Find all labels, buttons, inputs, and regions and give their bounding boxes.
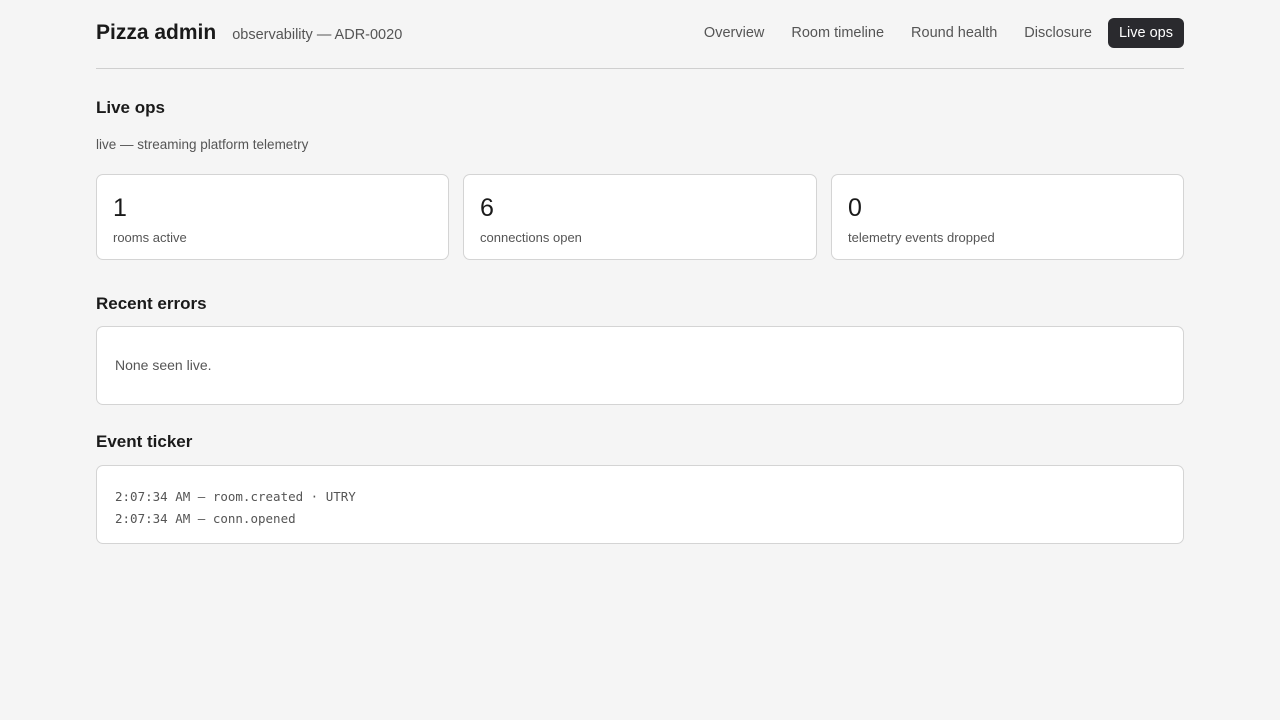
stat-label: connections open [480,230,582,245]
stat-label: rooms active [113,230,187,245]
ticker-event: 2:07:34 AM — room.created · UTRY [115,489,356,504]
stat-card-connections-open: 6 connections open [463,174,817,260]
stat-card-telemetry-dropped: 0 telemetry events dropped [831,174,1184,260]
ticker-event: 2:07:34 AM — conn.opened [115,511,296,526]
app-subtitle: observability — ADR-0020 [232,27,403,43]
page-container: Pizza admin observability — ADR-0020 Ove… [96,0,1184,544]
nav-tab-room-timeline[interactable]: Room timeline [780,18,895,48]
page-subtitle: live — streaming platform telemetry [96,137,309,152]
event-ticker-heading: Event ticker [96,432,193,451]
page-title: Live ops [96,98,165,117]
top-bar: Pizza admin observability — ADR-0020 Ove… [96,0,1184,69]
stat-value: 1 [113,194,127,222]
stat-value: 6 [480,194,494,222]
app-title: Pizza admin [96,21,217,44]
stats-row: 1 rooms active 6 connections open 0 tele… [96,174,1184,260]
nav-tab-overview[interactable]: Overview [693,18,775,48]
stat-card-rooms-active: 1 rooms active [96,174,449,260]
stat-value: 0 [848,194,862,222]
recent-errors-panel: None seen live. [96,326,1184,405]
stat-label: telemetry events dropped [848,230,995,245]
event-ticker-panel: 2:07:34 AM — room.created · UTRY 2:07:34… [96,465,1184,544]
nav-tab-disclosure[interactable]: Disclosure [1013,18,1103,48]
main-nav: Overview Room timeline Round health Disc… [688,18,1184,48]
recent-errors-empty-text: None seen live. [115,357,212,373]
recent-errors-heading: Recent errors [96,294,207,313]
nav-tab-round-health[interactable]: Round health [900,18,1008,48]
nav-tab-live-ops[interactable]: Live ops [1107,18,1184,48]
brand: Pizza admin observability — ADR-0020 [96,21,402,45]
